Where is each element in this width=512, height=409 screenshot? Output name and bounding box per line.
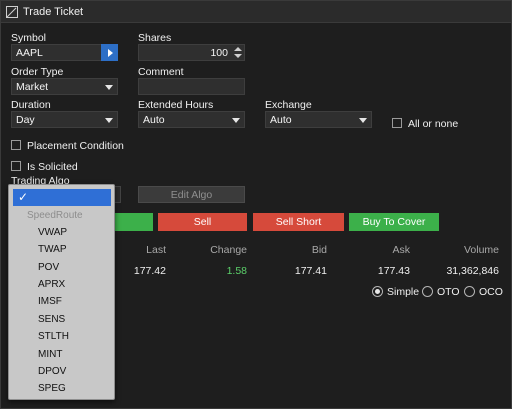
dropdown-item-twap[interactable]: TWAP bbox=[38, 244, 67, 255]
all-or-none-label: All or none bbox=[408, 118, 459, 130]
sell-short-button[interactable]: Sell Short bbox=[253, 213, 344, 231]
extended-hours-select[interactable]: Auto bbox=[138, 111, 245, 128]
oto-radio-label: OTO bbox=[437, 286, 460, 298]
duration-value: Day bbox=[16, 114, 35, 126]
order-type-label: Order Type bbox=[11, 66, 64, 78]
oco-radio-label: OCO bbox=[479, 286, 503, 298]
shares-value: 100 bbox=[210, 47, 228, 59]
duration-label: Duration bbox=[11, 99, 51, 111]
duration-select[interactable]: Day bbox=[11, 111, 118, 128]
symbol-value: AAPL bbox=[16, 47, 43, 59]
dropdown-item-sens[interactable]: SENS bbox=[38, 314, 65, 325]
comment-label: Comment bbox=[138, 66, 184, 78]
shares-field[interactable]: 100 bbox=[138, 44, 245, 61]
buy-to-cover-button[interactable]: Buy To Cover bbox=[349, 213, 439, 231]
dropdown-item-stlth[interactable]: STLTH bbox=[38, 331, 69, 342]
last-value: 177.42 bbox=[133, 265, 166, 277]
checkmark-icon: ✓ bbox=[18, 190, 29, 204]
dropdown-group-header: SpeedRoute bbox=[27, 210, 83, 221]
simple-radio[interactable] bbox=[372, 286, 383, 297]
chevron-down-icon bbox=[105, 118, 113, 123]
symbol-label: Symbol bbox=[11, 32, 47, 44]
is-solicited-checkbox[interactable] bbox=[11, 161, 21, 171]
chevron-down-icon bbox=[105, 85, 113, 90]
simple-radio-label: Simple bbox=[387, 286, 420, 298]
change-header: Change bbox=[210, 244, 247, 256]
dropdown-item-dpov[interactable]: DPOV bbox=[38, 366, 66, 377]
chevron-down-icon bbox=[232, 118, 240, 123]
exchange-value: Auto bbox=[270, 114, 292, 126]
dropdown-selected-item[interactable]: ✓ bbox=[13, 189, 111, 206]
chevron-down-icon bbox=[359, 118, 367, 123]
placement-condition-label: Placement Condition bbox=[27, 140, 124, 152]
trade-ticket-window: Trade Ticket Symbol AAPL Shares 100 Orde… bbox=[0, 0, 512, 409]
dropdown-item-imsf[interactable]: IMSF bbox=[38, 296, 62, 307]
dropdown-item-mint[interactable]: MINT bbox=[38, 349, 62, 360]
shares-label: Shares bbox=[138, 32, 172, 44]
change-value: 1.58 bbox=[226, 265, 247, 277]
bid-header: Bid bbox=[311, 244, 327, 256]
shares-stepper[interactable] bbox=[234, 47, 242, 59]
exchange-label: Exchange bbox=[265, 99, 312, 111]
dropdown-item-speg[interactable]: SPEG bbox=[38, 383, 66, 394]
bid-value: 177.41 bbox=[294, 265, 327, 277]
sell-button[interactable]: Sell bbox=[158, 213, 247, 231]
trading-algo-dropdown: ✓ SpeedRoute VWAP TWAP POV APRX IMSF SEN… bbox=[8, 184, 115, 400]
extended-hours-value: Auto bbox=[143, 114, 165, 126]
buy-button[interactable] bbox=[111, 213, 153, 231]
window-icon bbox=[6, 6, 18, 18]
is-solicited-label: Is Solicited bbox=[27, 161, 78, 173]
dropdown-item-pov[interactable]: POV bbox=[38, 262, 59, 273]
last-header: Last bbox=[146, 244, 166, 256]
window-title: Trade Ticket bbox=[23, 6, 84, 18]
order-type-select[interactable]: Market bbox=[11, 78, 118, 95]
all-or-none-checkbox[interactable] bbox=[392, 118, 402, 128]
extended-hours-label: Extended Hours bbox=[138, 99, 214, 111]
symbol-lookup-button[interactable] bbox=[101, 44, 118, 61]
edit-algo-button[interactable]: Edit Algo bbox=[138, 186, 245, 203]
oco-radio[interactable] bbox=[464, 286, 475, 297]
dropdown-item-vwap[interactable]: VWAP bbox=[38, 227, 67, 238]
ask-header: Ask bbox=[392, 244, 410, 256]
volume-value: 31,362,846 bbox=[446, 265, 499, 277]
volume-header: Volume bbox=[463, 244, 499, 256]
ask-value: 177.43 bbox=[377, 265, 410, 277]
exchange-select[interactable]: Auto bbox=[265, 111, 372, 128]
symbol-field[interactable]: AAPL bbox=[11, 44, 118, 61]
placement-condition-checkbox[interactable] bbox=[11, 140, 21, 150]
comment-input[interactable] bbox=[138, 78, 245, 95]
dropdown-item-aprx[interactable]: APRX bbox=[38, 279, 65, 290]
order-type-value: Market bbox=[16, 81, 49, 93]
title-bar: Trade Ticket bbox=[1, 1, 511, 23]
oto-radio[interactable] bbox=[422, 286, 433, 297]
